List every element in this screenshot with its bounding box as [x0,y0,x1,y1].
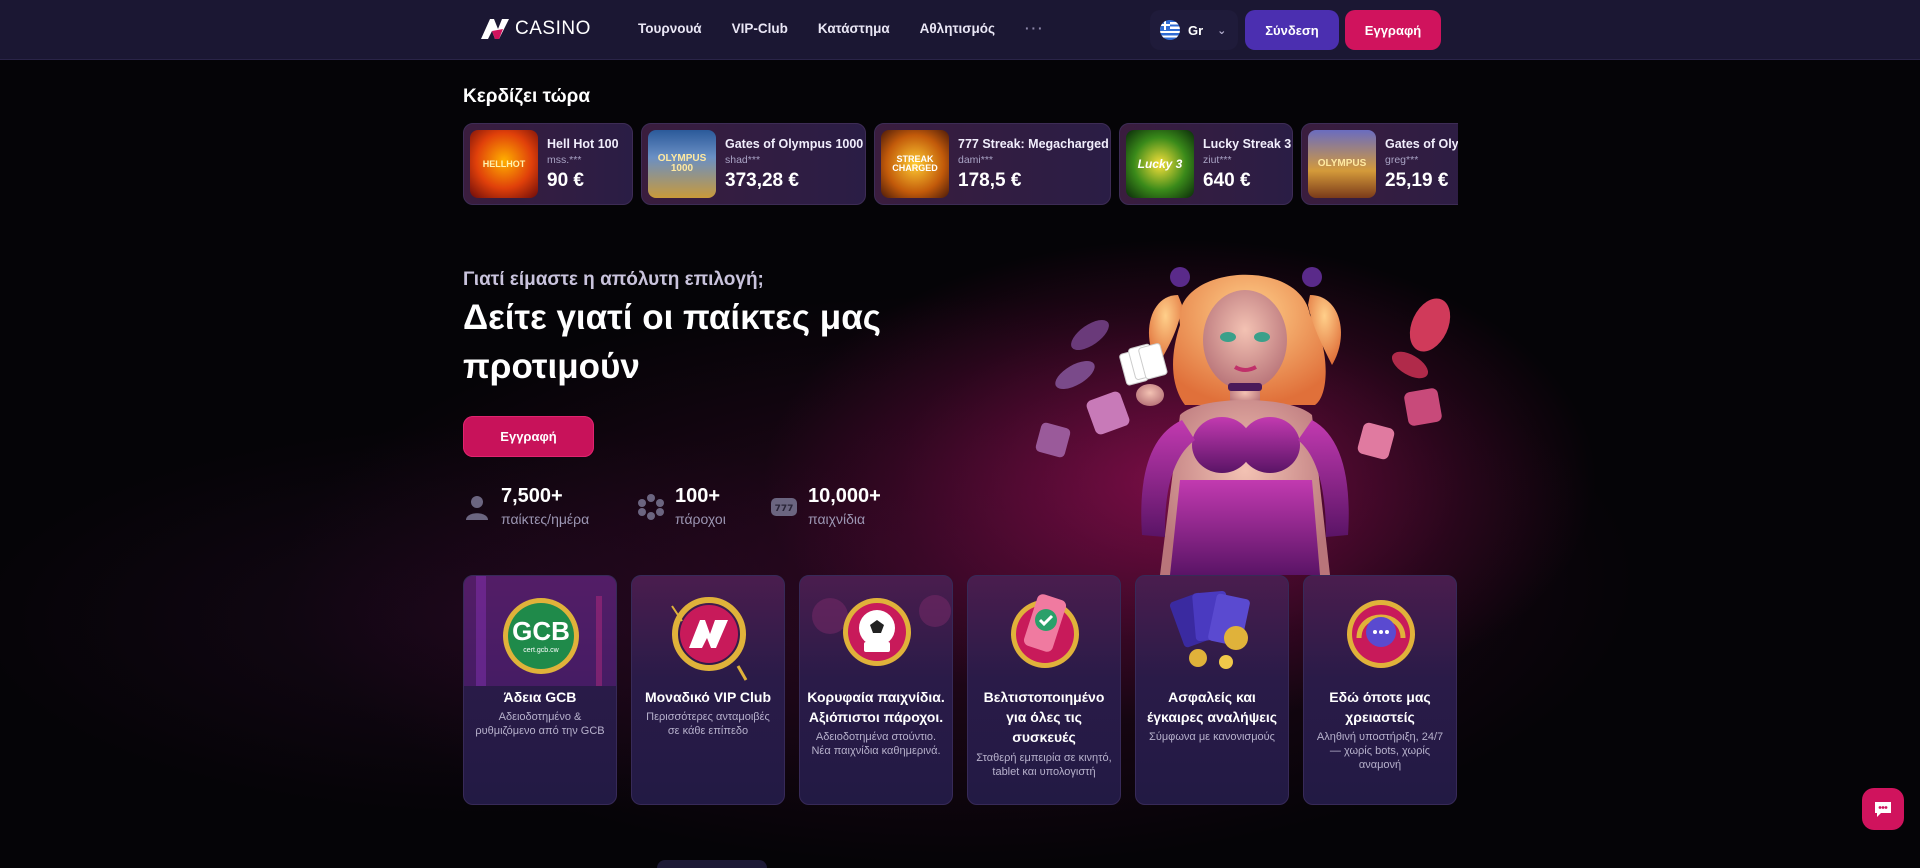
feature-card-gcb-license[interactable]: GCB cert.gcb.cw Άδεια GCB Αδειοδοτημένο … [463,575,617,805]
winners-carousel: HELLHOT Hell Hot 100 mss.*** 90 € OLYMPU… [463,123,1458,205]
register-button[interactable]: Εγγραφή [1345,10,1441,50]
stat-label: παίκτες/ημέρα [501,511,590,527]
language-label: Gr [1188,22,1204,38]
slot-icon: 777 [771,498,797,516]
logo-mark-icon [481,19,509,39]
top-header: CASINO Τουρνουά VIP-Club Κατάστημα Αθλητ… [0,0,1920,60]
next-section-tab[interactable] [657,860,767,868]
winner-user: greg*** [1385,153,1419,166]
hero-subtitle: Γιατί είμαστε η απόλυτη επιλογή; [463,269,764,290]
gcb-badge-text: GCB [512,616,570,646]
feature-desc: Αληθινή υποστήριξη, 24/7 — χωρίς bots, χ… [1316,731,1444,771]
game-thumbnail: OLYMPUS 1000 [648,130,716,198]
stat-games: 777 10,000+ παιχνίδια [770,485,881,527]
chat-support-button[interactable] [1862,788,1904,830]
winner-amount: 90 € [547,169,584,191]
winner-game: Lucky Streak 3 [1203,136,1292,151]
chevron-down-icon: ⌄ [1217,24,1227,37]
winner-user: dami*** [958,153,994,166]
winner-card[interactable]: STREAK CHARGED 777 Streak: Megacharged d… [874,123,1111,205]
winner-user: mss.*** [547,153,582,166]
feature-desc: Αδειοδοτημένο & ρυθμιζόμενο από την GCB [475,711,605,737]
feature-desc: Αδειοδοτημένα στούντιο. Νέα παιχνίδια κα… [811,731,941,757]
winners-title: Κερδίζει τώρα [463,86,591,107]
stat-players: 7,500+ παίκτες/ημέρα [463,485,637,527]
nav-sports[interactable]: Αθλητισμός [920,21,995,36]
winner-user: shad*** [725,153,761,166]
stat-label: πάροχοι [675,511,726,527]
providers-icon [638,494,664,520]
feature-desc: Περισσότερες ανταμοιβές σε κάθε επίπεδο [646,711,770,737]
game-thumbnail: Lucky 3 [1126,130,1194,198]
language-selector[interactable]: Gr ⌄ [1150,10,1238,50]
winner-amount: 178,5 € [958,169,1022,191]
winner-amount: 25,19 € [1385,169,1449,191]
winner-amount: 640 € [1203,169,1251,191]
hero-character-illustration [1035,267,1451,575]
feature-card-top-games[interactable]: Κορυφαία παιχνίδια. Αξιόπιστοι πάροχοι. … [799,575,953,805]
winner-game: 777 Streak: Megacharged [958,136,1109,151]
feature-desc: Σύμφωνα με κανονισμούς [1149,731,1275,743]
hero-register-button[interactable]: Εγγραφή [463,416,594,457]
stat-value: 7,500+ [501,485,563,507]
feature-title: Ασφαλείς και έγκαιρες αναλήψεις [1146,689,1278,725]
logo[interactable]: CASINO [479,17,591,41]
nav-more-icon[interactable]: ··· [1025,21,1045,36]
user-icon [466,496,488,520]
feature-title: Άδεια GCB [503,689,577,705]
thumb-text: OLYMPUS 1000 [657,153,707,174]
logo-text: CASINO [515,18,591,39]
winner-card[interactable]: HELLHOT Hell Hot 100 mss.*** 90 € [463,123,633,205]
winner-game: Gates of Olympus [1385,136,1458,151]
winner-user: ziut*** [1203,153,1232,166]
winner-card[interactable]: OLYMPUS 1000 Gates of Olympus 1000 shad*… [641,123,866,205]
thumb-text: OLYMPUS [1317,158,1367,169]
winner-card[interactable]: OLYMPUS Gates of Olympus greg*** 25,19 € [1301,123,1458,205]
feature-card-support[interactable]: Εδώ όποτε μας χρειαστείς Αληθινή υποστήρ… [1303,575,1457,805]
feature-title: Μοναδικό VIP Club [644,689,772,705]
feature-card-all-devices[interactable]: Βελτιστοποιημένο για όλες τις συσκευές Σ… [967,575,1121,805]
vip-logo-icon [671,597,748,681]
game-thumbnail: OLYMPUS [1308,130,1376,198]
feature-card-vip-club[interactable]: Μοναδικό VIP Club Περισσότερες ανταμοιβέ… [631,575,785,805]
nav-vip-club[interactable]: VIP-Club [732,21,788,36]
gcb-badge-subtext: cert.gcb.cw [523,647,559,654]
winner-game: Hell Hot 100 [547,136,619,151]
stat-value: 100+ [675,485,721,507]
thumb-text: Lucky 3 [1137,157,1183,171]
feature-title: Βελτιστοποιημένο για όλες τις συσκευές [983,689,1105,745]
gcb-badge-icon: GCB cert.gcb.cw [464,576,616,686]
feature-desc: Σταθερή εμπειρία σε κινητό, tablet και υ… [976,752,1112,778]
feature-title: Εδώ όποτε μας χρειαστείς [1329,689,1431,725]
ball-icon [812,595,951,666]
stats-row: 7,500+ παίκτες/ημέρα 100+ πάροχοι 777 10… [463,485,881,527]
login-button[interactable]: Σύνδεση [1245,10,1339,50]
main-nav: Τουρνουά VIP-Club Κατάστημα Αθλητισμός ·… [638,21,1044,36]
stat-value: 10,000+ [808,485,881,507]
support-headset-icon [1347,600,1415,668]
greece-flag-icon [1160,20,1180,40]
winner-amount: 373,28 € [725,169,799,191]
thumb-text: HELLHOT [482,158,526,169]
cards-coins-icon [1169,590,1250,669]
nav-shop[interactable]: Κατάστημα [818,21,890,36]
feature-title: Κορυφαία παιχνίδια. Αξιόπιστοι πάροχοι. [807,689,945,725]
hero-title: Δείτε γιατί οι παίκτες μας προτιμούν [463,298,881,386]
thumb-text: STREAK CHARGED [892,154,938,173]
phone-check-icon [1011,594,1079,668]
chat-bubble-icon [1875,802,1891,817]
game-thumbnail: STREAK CHARGED [881,130,949,198]
winner-game: Gates of Olympus 1000 [725,136,864,151]
svg-text:777: 777 [775,504,794,514]
winner-card[interactable]: Lucky 3 Lucky Streak 3 ziut*** 640 € [1119,123,1293,205]
feature-card-withdrawals[interactable]: Ασφαλείς και έγκαιρες αναλήψεις Σύμφωνα … [1135,575,1289,805]
feature-cards: GCB cert.gcb.cw Άδεια GCB Αδειοδοτημένο … [463,575,1457,805]
stat-label: παιχνίδια [808,511,866,527]
stat-providers: 100+ πάροχοι [637,485,770,527]
nav-tournaments[interactable]: Τουρνουά [638,21,702,36]
game-thumbnail: HELLHOT [470,130,538,198]
